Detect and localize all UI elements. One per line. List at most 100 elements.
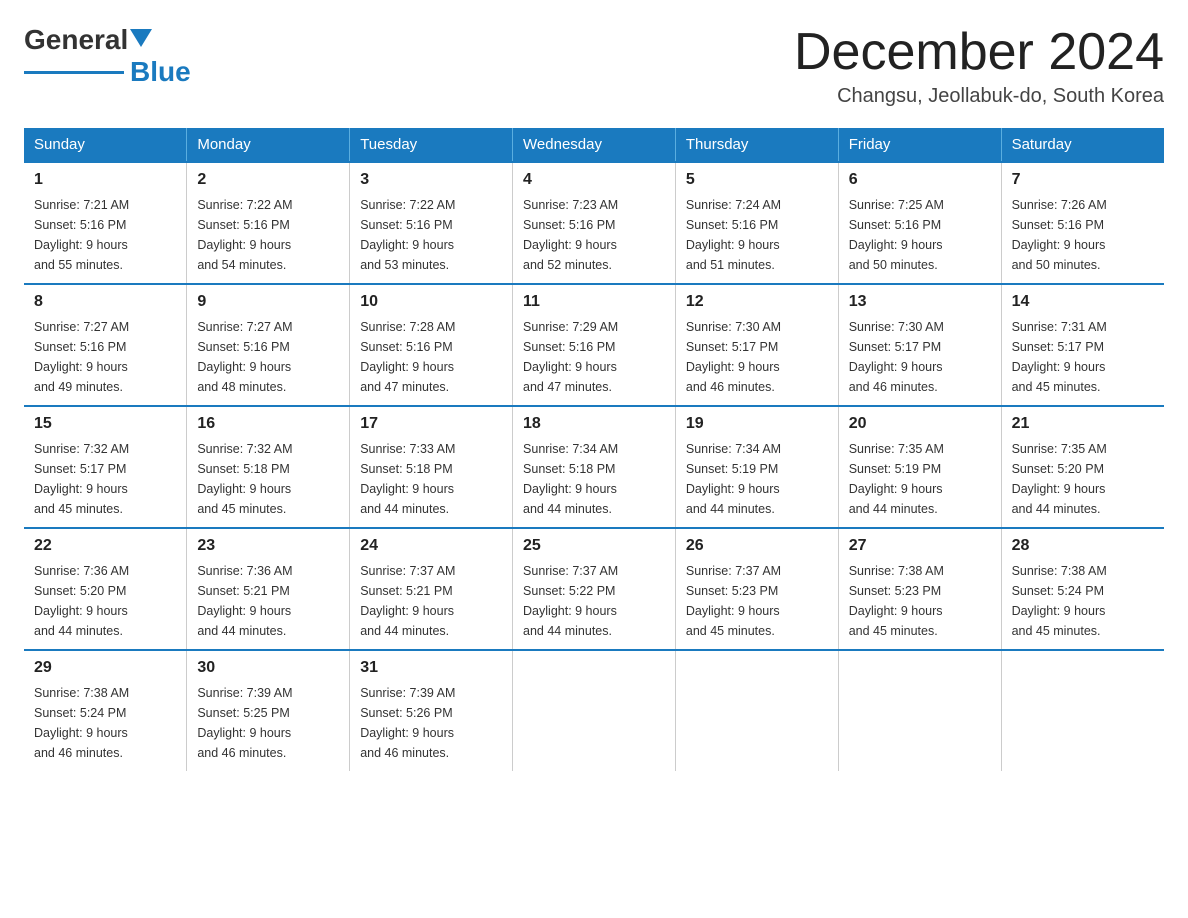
day-info: Sunrise: 7:34 AMSunset: 5:18 PMDaylight:…: [523, 439, 665, 519]
day-info: Sunrise: 7:35 AMSunset: 5:19 PMDaylight:…: [849, 439, 991, 519]
day-info: Sunrise: 7:30 AMSunset: 5:17 PMDaylight:…: [686, 317, 828, 397]
calendar-cell: 7 Sunrise: 7:26 AMSunset: 5:16 PMDaylight…: [1001, 162, 1164, 284]
calendar-cell: 20 Sunrise: 7:35 AMSunset: 5:19 PMDayligh…: [838, 406, 1001, 528]
calendar-cell: 11 Sunrise: 7:29 AMSunset: 5:16 PMDayligh…: [513, 284, 676, 406]
day-number: 18: [523, 415, 665, 433]
day-info: Sunrise: 7:25 AMSunset: 5:16 PMDaylight:…: [849, 195, 991, 275]
calendar-cell: 13 Sunrise: 7:30 AMSunset: 5:17 PMDayligh…: [838, 284, 1001, 406]
calendar-cell: [513, 650, 676, 771]
day-info: Sunrise: 7:39 AMSunset: 5:25 PMDaylight:…: [197, 683, 339, 763]
calendar-cell: 2Sunrise: 7:22 AMSunset: 5:16 PMDaylight…: [187, 162, 350, 284]
day-number: 26: [686, 537, 828, 555]
calendar-cell: 22 Sunrise: 7:36 AMSunset: 5:20 PMDayligh…: [24, 528, 187, 650]
location: Changsu, Jeollabuk-do, South Korea: [794, 85, 1164, 108]
calendar-cell: 30 Sunrise: 7:39 AMSunset: 5:25 PMDayligh…: [187, 650, 350, 771]
day-info: Sunrise: 7:32 AMSunset: 5:18 PMDaylight:…: [197, 439, 339, 519]
day-number: 23: [197, 537, 339, 555]
day-number: 1: [34, 171, 176, 189]
calendar-table: SundayMondayTuesdayWednesdayThursdayFrid…: [24, 128, 1164, 771]
day-number: 28: [1012, 537, 1154, 555]
day-info: Sunrise: 7:31 AMSunset: 5:17 PMDaylight:…: [1012, 317, 1154, 397]
day-number: 12: [686, 293, 828, 311]
calendar-cell: [1001, 650, 1164, 771]
calendar-cell: 18 Sunrise: 7:34 AMSunset: 5:18 PMDayligh…: [513, 406, 676, 528]
day-number: 9: [197, 293, 339, 311]
day-info: Sunrise: 7:27 AMSunset: 5:16 PMDaylight:…: [34, 317, 176, 397]
day-info: Sunrise: 7:21 AMSunset: 5:16 PMDaylight:…: [34, 195, 176, 275]
calendar-cell: [838, 650, 1001, 771]
calendar-cell: 10Sunrise: 7:28 AMSunset: 5:16 PMDayligh…: [350, 284, 513, 406]
day-info: Sunrise: 7:30 AMSunset: 5:17 PMDaylight:…: [849, 317, 991, 397]
calendar-cell: 14 Sunrise: 7:31 AMSunset: 5:17 PMDayligh…: [1001, 284, 1164, 406]
calendar-header-row: SundayMondayTuesdayWednesdayThursdayFrid…: [24, 128, 1164, 162]
page-header: General Blue December 2024 Changsu, Jeol…: [24, 24, 1164, 108]
calendar-cell: 27 Sunrise: 7:38 AMSunset: 5:23 PMDayligh…: [838, 528, 1001, 650]
header-sunday: Sunday: [24, 128, 187, 162]
day-info: Sunrise: 7:37 AMSunset: 5:22 PMDaylight:…: [523, 561, 665, 641]
day-number: 20: [849, 415, 991, 433]
calendar-cell: 12 Sunrise: 7:30 AMSunset: 5:17 PMDayligh…: [675, 284, 838, 406]
day-info: Sunrise: 7:38 AMSunset: 5:23 PMDaylight:…: [849, 561, 991, 641]
day-info: Sunrise: 7:26 AMSunset: 5:16 PMDaylight:…: [1012, 195, 1154, 275]
day-number: 7: [1012, 171, 1154, 189]
day-info: Sunrise: 7:37 AMSunset: 5:21 PMDaylight:…: [360, 561, 502, 641]
calendar-cell: 19 Sunrise: 7:34 AMSunset: 5:19 PMDayligh…: [675, 406, 838, 528]
day-info: Sunrise: 7:32 AMSunset: 5:17 PMDaylight:…: [34, 439, 176, 519]
day-number: 24: [360, 537, 502, 555]
day-number: 15: [34, 415, 176, 433]
logo-triangle-icon: [130, 29, 152, 47]
day-info: Sunrise: 7:28 AMSunset: 5:16 PMDaylight:…: [360, 317, 502, 397]
calendar-week-row: 8 Sunrise: 7:27 AMSunset: 5:16 PMDaylight…: [24, 284, 1164, 406]
day-number: 29: [34, 659, 176, 677]
calendar-cell: [675, 650, 838, 771]
day-number: 11: [523, 293, 665, 311]
day-number: 22: [34, 537, 176, 555]
day-info: Sunrise: 7:36 AMSunset: 5:20 PMDaylight:…: [34, 561, 176, 641]
day-number: 14: [1012, 293, 1154, 311]
calendar-week-row: 29 Sunrise: 7:38 AMSunset: 5:24 PMDayligh…: [24, 650, 1164, 771]
title-block: December 2024 Changsu, Jeollabuk-do, Sou…: [794, 24, 1164, 108]
day-info: Sunrise: 7:33 AMSunset: 5:18 PMDaylight:…: [360, 439, 502, 519]
calendar-cell: 29 Sunrise: 7:38 AMSunset: 5:24 PMDayligh…: [24, 650, 187, 771]
day-info: Sunrise: 7:29 AMSunset: 5:16 PMDaylight:…: [523, 317, 665, 397]
logo-general: General: [24, 24, 128, 56]
calendar-cell: 23 Sunrise: 7:36 AMSunset: 5:21 PMDayligh…: [187, 528, 350, 650]
header-friday: Friday: [838, 128, 1001, 162]
calendar-week-row: 1 Sunrise: 7:21 AMSunset: 5:16 PMDaylight…: [24, 162, 1164, 284]
calendar-cell: 26 Sunrise: 7:37 AMSunset: 5:23 PMDayligh…: [675, 528, 838, 650]
calendar-cell: 5Sunrise: 7:24 AMSunset: 5:16 PMDaylight…: [675, 162, 838, 284]
calendar-week-row: 22 Sunrise: 7:36 AMSunset: 5:20 PMDayligh…: [24, 528, 1164, 650]
day-number: 21: [1012, 415, 1154, 433]
header-saturday: Saturday: [1001, 128, 1164, 162]
header-wednesday: Wednesday: [513, 128, 676, 162]
day-info: Sunrise: 7:36 AMSunset: 5:21 PMDaylight:…: [197, 561, 339, 641]
day-number: 3: [360, 171, 502, 189]
day-number: 19: [686, 415, 828, 433]
day-info: Sunrise: 7:34 AMSunset: 5:19 PMDaylight:…: [686, 439, 828, 519]
day-number: 8: [34, 293, 176, 311]
calendar-cell: 17Sunrise: 7:33 AMSunset: 5:18 PMDayligh…: [350, 406, 513, 528]
header-monday: Monday: [187, 128, 350, 162]
calendar-cell: 3Sunrise: 7:22 AMSunset: 5:16 PMDaylight…: [350, 162, 513, 284]
day-number: 4: [523, 171, 665, 189]
calendar-cell: 6Sunrise: 7:25 AMSunset: 5:16 PMDaylight…: [838, 162, 1001, 284]
logo: General Blue: [24, 24, 191, 88]
day-info: Sunrise: 7:37 AMSunset: 5:23 PMDaylight:…: [686, 561, 828, 641]
calendar-week-row: 15 Sunrise: 7:32 AMSunset: 5:17 PMDayligh…: [24, 406, 1164, 528]
day-number: 30: [197, 659, 339, 677]
day-number: 13: [849, 293, 991, 311]
day-number: 16: [197, 415, 339, 433]
calendar-cell: 1 Sunrise: 7:21 AMSunset: 5:16 PMDaylight…: [24, 162, 187, 284]
calendar-cell: 9Sunrise: 7:27 AMSunset: 5:16 PMDaylight…: [187, 284, 350, 406]
calendar-cell: 21 Sunrise: 7:35 AMSunset: 5:20 PMDayligh…: [1001, 406, 1164, 528]
calendar-cell: 31Sunrise: 7:39 AMSunset: 5:26 PMDayligh…: [350, 650, 513, 771]
day-number: 27: [849, 537, 991, 555]
calendar-cell: 25 Sunrise: 7:37 AMSunset: 5:22 PMDayligh…: [513, 528, 676, 650]
month-title: December 2024: [794, 24, 1164, 81]
calendar-cell: 4Sunrise: 7:23 AMSunset: 5:16 PMDaylight…: [513, 162, 676, 284]
day-info: Sunrise: 7:35 AMSunset: 5:20 PMDaylight:…: [1012, 439, 1154, 519]
day-info: Sunrise: 7:38 AMSunset: 5:24 PMDaylight:…: [34, 683, 176, 763]
calendar-cell: 28 Sunrise: 7:38 AMSunset: 5:24 PMDayligh…: [1001, 528, 1164, 650]
day-number: 25: [523, 537, 665, 555]
day-info: Sunrise: 7:38 AMSunset: 5:24 PMDaylight:…: [1012, 561, 1154, 641]
